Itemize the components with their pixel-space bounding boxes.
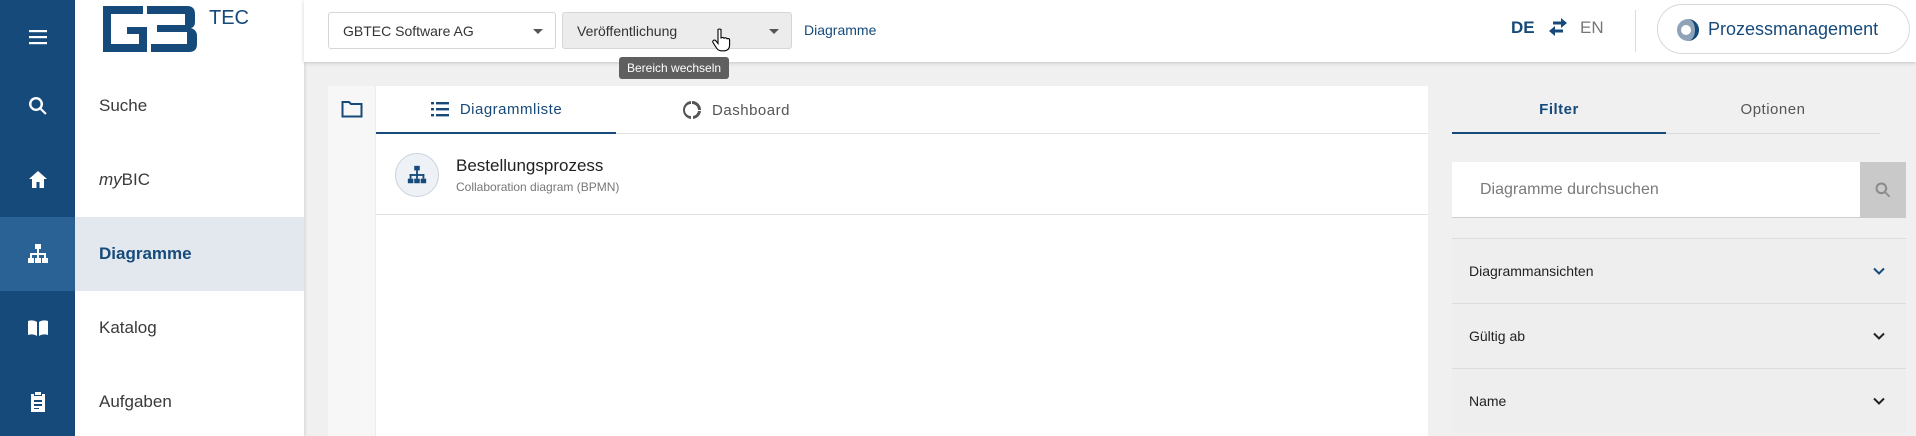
folder-icon[interactable] — [341, 99, 363, 119]
dashboard-icon — [683, 101, 702, 119]
home-icon — [28, 171, 47, 188]
module-switcher-button[interactable]: Prozessmanagement — [1657, 4, 1910, 54]
rail-search-button[interactable] — [0, 69, 75, 143]
accordion-name[interactable]: Name — [1452, 368, 1906, 433]
list-item[interactable]: Bestellungsprozess Collaboration diagram… — [376, 134, 1428, 215]
caret-down-icon — [769, 29, 779, 34]
search-box — [1452, 162, 1906, 218]
clipboard-icon — [30, 392, 45, 412]
lang-de-button[interactable]: DE — [1511, 18, 1535, 38]
gbtec-logo: TEC — [99, 0, 249, 62]
nav-item-label: Katalog — [99, 318, 157, 337]
nav-item-diagramme[interactable]: Diagramme — [75, 217, 304, 291]
nav-item-suche[interactable]: Suche — [75, 69, 304, 143]
list-icon — [430, 102, 449, 117]
menu-button[interactable] — [0, 0, 75, 74]
breadcrumb[interactable]: Diagramme — [804, 22, 876, 38]
sitemap-icon — [27, 244, 48, 263]
diagram-subtitle: Collaboration diagram (BPMN) — [456, 180, 620, 194]
nav-item-mybic[interactable]: my BIC — [75, 143, 304, 217]
top-bar: GBTEC Software AG Veröffentlichung Diagr… — [304, 0, 1916, 62]
swap-arrows-icon[interactable] — [1547, 17, 1569, 37]
menu-icon — [28, 30, 47, 45]
module-logo-icon — [1677, 19, 1699, 41]
accordion-diagrammansichten[interactable]: Diagrammansichten — [1452, 238, 1906, 303]
nav-item-katalog[interactable]: Katalog — [75, 291, 304, 365]
search-button[interactable] — [1860, 162, 1906, 218]
tooltip: Bereich wechseln — [619, 57, 730, 79]
module-label: Prozessmanagement — [1708, 18, 1879, 39]
tab-label: Dashboard — [712, 101, 790, 119]
chevron-down-icon — [1873, 267, 1885, 275]
tab-dashboard[interactable]: Dashboard — [616, 86, 856, 134]
sitemap-icon — [407, 165, 427, 184]
tab-filter[interactable]: Filter — [1452, 86, 1666, 134]
tab-optionen[interactable]: Optionen — [1666, 86, 1880, 134]
accordion-gueltig-ab[interactable]: Gültig ab — [1452, 303, 1906, 368]
nav-item-label: Aufgaben — [99, 392, 172, 411]
org-select[interactable]: GBTEC Software AG — [328, 12, 556, 49]
hand-cursor-icon — [712, 28, 731, 52]
nav-panel: TEC Suche my BIC Diagramme Katalog Aufgab… — [75, 0, 304, 436]
search-icon — [28, 97, 47, 115]
accordion-label: Diagrammansichten — [1469, 263, 1594, 279]
nav-item-label: Suche — [99, 96, 148, 115]
filter-panel: Filter Optionen Diagrammansichten Gültig… — [1452, 86, 1906, 436]
nav-item-aufgaben[interactable]: Aufgaben — [75, 365, 304, 436]
chevron-down-icon — [1873, 397, 1885, 405]
nav-item-label: BIC — [121, 170, 151, 189]
diagram-title: Bestellungsprozess — [456, 156, 604, 175]
rail-home-button[interactable] — [0, 143, 75, 217]
diagram-type-badge — [395, 153, 439, 197]
main-tabs: Diagrammliste Dashboard — [376, 86, 1428, 134]
rail-catalog-button[interactable] — [0, 291, 75, 365]
accordion-label: Gültig ab — [1469, 328, 1526, 344]
nav-item-prefix: my — [99, 170, 122, 189]
nav-item-label: Diagramme — [99, 244, 192, 263]
caret-down-icon — [533, 29, 543, 34]
chevron-down-icon — [1873, 332, 1885, 340]
logo-text: TEC — [209, 7, 249, 29]
diagram-list-card: Diagrammliste Dashboard Bestellungsproze… — [328, 86, 1428, 436]
tab-diagrammliste[interactable]: Diagrammliste — [376, 86, 616, 134]
book-icon — [27, 320, 48, 336]
topbar-divider — [1635, 10, 1636, 52]
org-select-value: GBTEC Software AG — [343, 22, 474, 39]
search-icon — [1875, 182, 1891, 198]
rail-tasks-button[interactable] — [0, 365, 75, 436]
lang-en-button[interactable]: EN — [1580, 18, 1604, 38]
gbtec-logo-icon: TEC — [103, 6, 249, 52]
icon-rail — [0, 0, 75, 436]
accordion-label: Name — [1469, 393, 1507, 409]
folder-column — [328, 86, 376, 436]
stage-select-value: Veröffentlichung — [577, 22, 678, 39]
rail-diagrams-button[interactable] — [0, 217, 75, 291]
stage-select[interactable]: Veröffentlichung — [562, 12, 792, 49]
search-input[interactable] — [1452, 162, 1862, 218]
tab-label: Diagrammliste — [459, 100, 563, 118]
